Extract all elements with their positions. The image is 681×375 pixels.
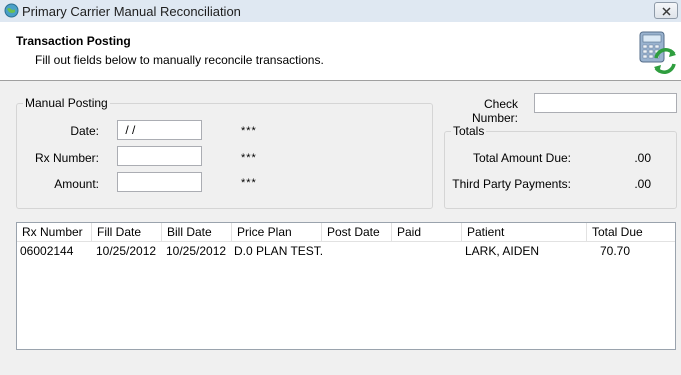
- rx-number-required-flag: ***: [241, 152, 257, 164]
- amount-required-flag: ***: [241, 177, 257, 189]
- column-header-fill-date[interactable]: Fill Date: [92, 223, 162, 241]
- check-number-label: Check Number:: [471, 97, 518, 125]
- date-required-flag: ***: [241, 125, 257, 137]
- check-number-field[interactable]: [534, 93, 677, 113]
- grid-header: Rx Number Fill Date Bill Date Price Plan…: [17, 223, 675, 242]
- column-header-bill-date[interactable]: Bill Date: [162, 223, 232, 241]
- column-header-post-date[interactable]: Post Date: [322, 223, 392, 241]
- title-bar: Primary Carrier Manual Reconciliation: [0, 0, 681, 23]
- cell-price-plan: D.0 PLAN TEST...: [234, 244, 323, 258]
- page-subtitle: Fill out fields below to manually reconc…: [35, 53, 324, 67]
- date-field[interactable]: [117, 120, 202, 140]
- rx-number-label: Rx Number:: [34, 151, 99, 165]
- cell-rx-number: 06002144: [20, 244, 74, 258]
- transactions-grid[interactable]: Rx Number Fill Date Bill Date Price Plan…: [16, 222, 676, 350]
- cell-total-due: 70.70: [600, 244, 631, 258]
- column-header-paid[interactable]: Paid: [392, 223, 462, 241]
- close-icon: [662, 7, 671, 16]
- cell-paid: [392, 242, 462, 260]
- column-header-total-due[interactable]: Total Due: [587, 223, 675, 241]
- globe-app-icon: [4, 3, 19, 18]
- totals-group: Totals Total Amount Due: .00 Third Party…: [444, 124, 677, 209]
- amount-field[interactable]: [117, 172, 202, 192]
- total-amount-due-value: .00: [634, 151, 651, 165]
- calculator-refresh-icon: [639, 31, 676, 74]
- total-amount-due-label: Total Amount Due:: [472, 151, 571, 165]
- window-title: Primary Carrier Manual Reconciliation: [22, 4, 241, 19]
- cell-post-date: [322, 242, 392, 260]
- header-panel: Transaction Posting Fill out fields belo…: [0, 22, 681, 81]
- totals-legend: Totals: [451, 124, 487, 138]
- column-header-patient[interactable]: Patient: [462, 223, 587, 241]
- column-header-price-plan[interactable]: Price Plan: [232, 223, 322, 241]
- third-party-payments-value: .00: [634, 177, 651, 191]
- manual-posting-group: Manual Posting Date: *** Rx Number: *** …: [16, 96, 433, 209]
- table-row[interactable]: 06002144 10/25/2012 10/25/2012 D.0 PLAN …: [17, 242, 675, 260]
- column-header-rx-number[interactable]: Rx Number: [17, 223, 92, 241]
- date-label: Date:: [70, 124, 99, 138]
- page-title: Transaction Posting: [16, 34, 131, 48]
- cell-patient: LARK, AIDEN: [465, 244, 540, 258]
- amount-label: Amount:: [54, 177, 99, 191]
- footer-strip: [0, 366, 681, 375]
- close-button[interactable]: [654, 2, 678, 19]
- manual-posting-legend: Manual Posting: [23, 96, 110, 110]
- cell-fill-date: 10/25/2012: [96, 244, 157, 258]
- cell-bill-date: 10/25/2012: [166, 244, 227, 258]
- rx-number-field[interactable]: [117, 146, 202, 166]
- third-party-payments-label: Third Party Payments:: [452, 177, 571, 191]
